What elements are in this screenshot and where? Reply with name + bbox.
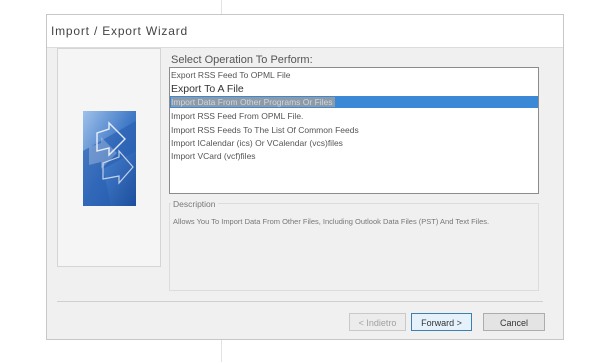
operation-label: Select Operation To Perform: <box>171 54 313 66</box>
list-item-export-rss-opml[interactable]: Export RSS Feed To OPML File <box>170 69 538 81</box>
import-export-wizard-dialog: Import / Export Wizard Select Operation … <box>46 14 564 340</box>
list-item-import-from-programs[interactable]: Import Data From Other Programs Or Files <box>170 96 538 108</box>
description-text: Allows You To Import Data From Other Fil… <box>173 217 490 226</box>
list-item-import-rss-opml[interactable]: Import RSS Feed From OPML File. <box>170 110 538 122</box>
list-item-import-vcard[interactable]: Import VCard (vcf)files <box>170 150 538 162</box>
list-item-import-icalendar[interactable]: Import ICalendar (ics) Or VCalendar (vcs… <box>170 137 538 149</box>
cancel-button[interactable]: Cancel <box>483 313 545 331</box>
list-item-export-to-file[interactable]: Export To A File <box>170 82 538 96</box>
title-bar: Import / Export Wizard <box>47 15 563 48</box>
list-item-label: Import Data From Other Programs Or Files <box>171 97 335 107</box>
description-label: Description <box>171 199 218 209</box>
button-separator <box>57 301 543 302</box>
forward-button[interactable]: Forward > <box>411 313 472 331</box>
import-export-arrows-icon <box>83 111 136 206</box>
back-button[interactable]: < Indietro <box>349 313 406 331</box>
operation-list[interactable]: Export RSS Feed To OPML File Export To A… <box>169 67 539 194</box>
list-item-import-rss-common-feeds[interactable]: Import RSS Feeds To The List Of Common F… <box>170 124 538 136</box>
dialog-title: Import / Export Wizard <box>51 24 188 38</box>
wizard-banner <box>57 48 161 267</box>
